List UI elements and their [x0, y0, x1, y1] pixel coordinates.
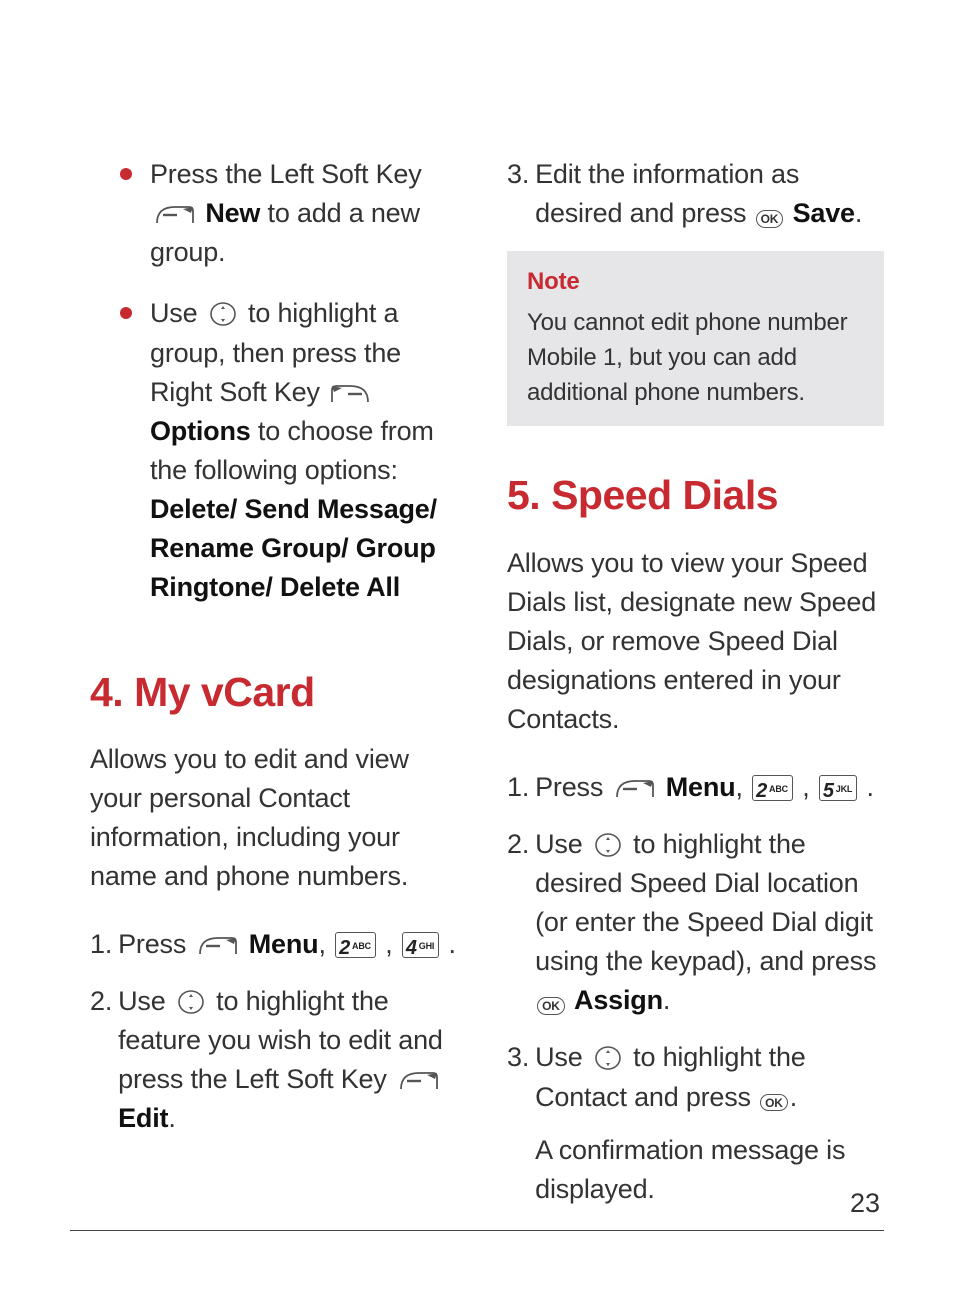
step-item: 1. Press Menu, 2ABC , 4GHI . — [90, 925, 467, 964]
step-number: 1. — [507, 768, 535, 807]
ok-key-icon: OK — [760, 1094, 788, 1111]
text: , — [735, 772, 750, 802]
step-number: 2. — [90, 982, 118, 1139]
key-2abc-icon: 2ABC — [752, 775, 793, 801]
step-item: 3. Edit the information as desired and p… — [507, 155, 884, 233]
bullet-list: Press the Left Soft Key New to add a new… — [90, 155, 467, 608]
step-item: 1. Press Menu, 2ABC , 5JKL . — [507, 768, 884, 807]
text: . — [663, 985, 670, 1015]
manual-page: Press the Left Soft Key New to add a new… — [0, 0, 954, 1291]
text: . — [449, 929, 456, 959]
footer-rule — [70, 1230, 884, 1233]
key-4ghi-icon: 4GHI — [402, 932, 439, 958]
key-2abc-icon: 2ABC — [335, 932, 376, 958]
step-item: 2. Use to highlight the desired Speed Di… — [507, 825, 884, 1021]
text: Press the Left Soft Key — [150, 159, 422, 189]
text: , — [318, 929, 333, 959]
left-soft-key-icon — [153, 203, 195, 227]
label-bold: Options — [150, 416, 251, 446]
text: Press — [118, 929, 193, 959]
left-soft-key-icon — [613, 777, 655, 801]
section-heading-my-vcard: 4. My vCard — [90, 663, 467, 722]
note-box: Note You cannot edit phone number Mobile… — [507, 251, 884, 426]
nav-key-icon — [208, 301, 238, 327]
text: . — [855, 198, 862, 228]
note-title: Note — [527, 265, 866, 300]
text: Use — [150, 298, 205, 328]
options-list-bold: Delete/ Send Message/ Rename Group/ Grou… — [150, 494, 437, 602]
nav-key-icon — [593, 1045, 623, 1071]
step-body: Use to highlight the desired Speed Dial … — [535, 825, 884, 1021]
step-number: 3. — [507, 155, 535, 233]
step-body: Use to highlight the feature you wish to… — [118, 982, 467, 1139]
step-item: 2. Use to highlight the feature you wish… — [90, 982, 467, 1139]
ok-key-icon: OK — [756, 210, 784, 227]
intro-paragraph: Allows you to edit and view your persona… — [90, 740, 467, 897]
step-body: Press Menu, 2ABC , 5JKL . — [535, 768, 884, 807]
ok-key-icon: OK — [537, 997, 565, 1014]
text: , — [385, 929, 400, 959]
text: , — [802, 772, 817, 802]
intro-paragraph: Allows you to view your Speed Dials list… — [507, 544, 884, 740]
page-number: 23 — [850, 1188, 880, 1219]
label-bold: Save — [793, 198, 855, 228]
text: . — [790, 1082, 797, 1112]
step-body: Press Menu, 2ABC , 4GHI . — [118, 925, 467, 964]
text: A confirmation message is displayed. — [535, 1135, 845, 1204]
step-number: 2. — [507, 825, 535, 1021]
text: Use — [118, 986, 173, 1016]
section-heading-speed-dials: 5. Speed Dials — [507, 466, 884, 525]
label-bold: Menu — [249, 929, 319, 959]
left-soft-key-icon — [397, 1069, 439, 1093]
steps-list: 1. Press Menu, 2ABC , 4GHI . 2. Use — [90, 925, 467, 1139]
bullet-item: Press the Left Soft Key New to add a new… — [120, 155, 467, 272]
bullet-item: Use to highlight a group, then press the… — [120, 294, 467, 607]
right-soft-key-icon — [330, 382, 372, 406]
label-bold: Assign — [574, 985, 663, 1015]
right-column: 3. Edit the information as desired and p… — [507, 155, 884, 1241]
label-bold: Menu — [666, 772, 736, 802]
steps-list: 1. Press Menu, 2ABC , 5JKL . 2. Use — [507, 768, 884, 1209]
nav-key-icon — [176, 989, 206, 1015]
text: Use — [535, 1042, 590, 1072]
steps-continued: 3. Edit the information as desired and p… — [507, 155, 884, 233]
left-soft-key-icon — [196, 934, 238, 958]
nav-key-icon — [593, 832, 623, 858]
note-body: You cannot edit phone number Mobile 1, b… — [527, 306, 866, 410]
label-bold: New — [205, 198, 260, 228]
left-column: Press the Left Soft Key New to add a new… — [80, 155, 467, 1241]
key-5jkl-icon: 5JKL — [819, 775, 857, 801]
step-number: 3. — [507, 1038, 535, 1209]
step-number: 1. — [90, 925, 118, 964]
text: Press — [535, 772, 610, 802]
text: Use — [535, 829, 590, 859]
text: . — [867, 772, 874, 802]
step-body: Edit the information as desired and pres… — [535, 155, 884, 233]
step-item: 3. Use to highlight the Contact and pres… — [507, 1038, 884, 1209]
step-body: Use to highlight the Contact and press O… — [535, 1038, 884, 1209]
label-bold: Edit — [118, 1103, 168, 1133]
text: . — [168, 1103, 175, 1133]
